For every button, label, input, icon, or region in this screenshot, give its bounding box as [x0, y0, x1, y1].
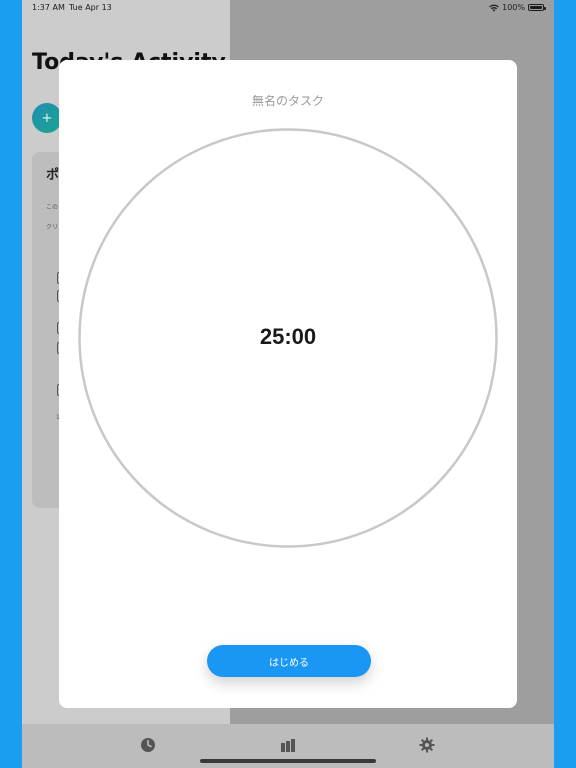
battery-percent: 100% [502, 3, 525, 12]
device-screen: 1:37 AM Tue Apr 13 100% Today's Activity… [22, 0, 554, 768]
task-card-line: クリ [46, 224, 59, 231]
task-name[interactable]: 無名のタスク [59, 92, 517, 109]
status-time: 1:37 AM [32, 3, 65, 12]
wifi-icon [489, 4, 499, 11]
timer-display: 25:00 [259, 324, 317, 349]
task-card-line: この [46, 204, 59, 211]
status-bar: 1:37 AM Tue Apr 13 100% [22, 0, 554, 16]
add-task-button[interactable]: + [32, 103, 62, 133]
battery-icon [528, 4, 546, 11]
status-date: Tue Apr 13 [69, 3, 112, 12]
home-indicator[interactable] [200, 759, 376, 763]
stats-icon[interactable] [280, 737, 296, 753]
timer-modal: 無名のタスク 25:00 はじめる [59, 60, 517, 708]
status-indicators: 100% [489, 3, 546, 12]
settings-icon[interactable] [419, 737, 435, 753]
timer-icon[interactable] [140, 737, 156, 753]
start-button[interactable]: はじめる [207, 645, 371, 677]
task-card-title: ポ [46, 168, 60, 183]
